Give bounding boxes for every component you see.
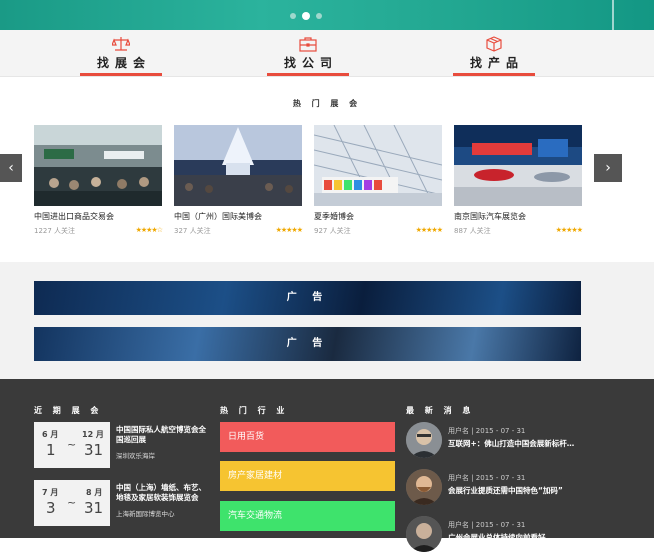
hot-industries-title: 热 门 行 业	[220, 406, 289, 415]
industry-label: 日用百货	[228, 432, 265, 442]
hero-banner[interactable]	[0, 0, 654, 30]
start-month: 7 月	[42, 488, 59, 497]
exhibition-card[interactable]: 夏季婚博会 927 人关注 ★★★★★	[314, 125, 443, 236]
chevron-left-icon: ‹	[8, 160, 14, 176]
news-headline: 会展行业提质还需中国特色“加码”	[448, 486, 563, 495]
ad-banner-2[interactable]: 广 告	[34, 327, 581, 361]
news-item[interactable]: 用户名 | 2015 - 07 - 31 广州会展业总体持续向前看好	[406, 516, 581, 552]
industry-daily-goods[interactable]: 日用百货	[220, 422, 395, 452]
nav-label: 找产品	[469, 56, 524, 70]
avatar	[406, 422, 442, 458]
carousel-next-button[interactable]: ›	[594, 154, 622, 182]
briefcase-icon	[299, 37, 317, 52]
recent-exhibition-place: 上海新国际博览中心	[116, 510, 175, 518]
footer: 近 期 展 会 热 门 行 业 最 新 消 息 6 月 1 ~ 12 月 31 …	[0, 379, 654, 552]
exhibition-name: 夏季婚博会	[314, 212, 354, 221]
avatar	[406, 516, 442, 552]
exhibition-name: 南京国际汽车展览会	[454, 212, 526, 221]
start-month: 6 月	[42, 430, 59, 439]
follower-count: 1227 人关注	[34, 227, 76, 235]
ad-label: 广 告	[286, 292, 329, 303]
end-day: 31	[84, 441, 104, 459]
ad-label: 广 告	[286, 338, 329, 349]
nav-underline	[267, 73, 349, 76]
industry-label: 汽车交通物流	[228, 511, 283, 521]
news-item[interactable]: 用户名 | 2015 - 07 - 31 会展行业提质还需中国特色“加码”	[406, 469, 581, 505]
news-item[interactable]: 用户名 | 2015 - 07 - 31 互联网+：佛山打造中国会展新标杆…	[406, 422, 581, 458]
carousel-prev-button[interactable]: ‹	[0, 154, 22, 182]
news-meta: 用户名 | 2015 - 07 - 31	[448, 521, 526, 529]
carousel-dot-3[interactable]	[316, 13, 322, 19]
exhibition-photo	[454, 125, 582, 206]
start-day: 3	[46, 499, 56, 517]
industry-real-estate-home[interactable]: 房产家居建材	[220, 461, 395, 491]
recent-exhibitions-title: 近 期 展 会	[34, 406, 103, 415]
date-range-box: 6 月 1 ~ 12 月 31	[34, 422, 110, 468]
recent-exhibition-item[interactable]: 6 月 1 ~ 12 月 31 中国国际私人航空博览会全国巡回展 深圳欢乐海岸	[34, 422, 214, 468]
latest-news-title: 最 新 消 息	[406, 406, 475, 415]
category-nav: 找展会 找公司 找产品	[0, 30, 654, 77]
nav-underline	[80, 73, 162, 76]
rating-stars: ★★★★★	[275, 226, 303, 234]
exhibition-photo	[314, 125, 442, 206]
carousel-dot-2[interactable]	[302, 12, 310, 20]
exhibition-card[interactable]: 南京国际汽车展览会 887 人关注 ★★★★★	[454, 125, 583, 236]
rating-stars: ★★★★★	[415, 226, 443, 234]
follower-count: 927 人关注	[314, 227, 351, 235]
ad-banner-1[interactable]: 广 告	[34, 281, 581, 315]
nav-label: 找公司	[283, 56, 338, 70]
news-meta: 用户名 | 2015 - 07 - 31	[448, 427, 526, 435]
recent-exhibition-title: 中国国际私人航空博览会全国巡回展	[116, 425, 206, 444]
industry-label: 房产家居建材	[228, 471, 283, 481]
avatar	[406, 469, 442, 505]
exhibition-card[interactable]: 中国（广州）国际美博会 327 人关注 ★★★★★	[174, 125, 303, 236]
carousel-dot-1[interactable]	[290, 13, 296, 19]
rating-stars: ★★★★★	[555, 226, 583, 234]
recent-exhibition-item[interactable]: 7 月 3 ~ 8 月 31 中国（上海）墙纸、布艺、地毯及家居软装饰展览会 上…	[34, 480, 214, 526]
date-tilde: ~	[67, 496, 77, 509]
news-headline: 互联网+：佛山打造中国会展新标杆…	[448, 439, 575, 448]
news-meta: 用户名 | 2015 - 07 - 31	[448, 474, 526, 482]
end-month: 12 月	[82, 430, 104, 439]
exhibition-name: 中国进出口商品交易会	[34, 212, 114, 221]
banner-decoration	[612, 0, 614, 30]
end-month: 8 月	[86, 488, 103, 497]
date-tilde: ~	[67, 438, 77, 451]
rating-stars: ★★★★☆	[135, 226, 163, 234]
nav-find-products[interactable]: 找产品	[453, 30, 535, 77]
start-day: 1	[46, 441, 56, 459]
carousel-dots	[290, 12, 322, 20]
follower-count: 327 人关注	[174, 227, 211, 235]
recent-exhibition-title: 中国（上海）墙纸、布艺、地毯及家居软装饰展览会	[116, 483, 206, 502]
date-range-box: 7 月 3 ~ 8 月 31	[34, 480, 110, 526]
exhibition-photo	[34, 125, 162, 206]
section-title-hot-exhibitions: 热 门 展 会	[292, 99, 362, 108]
nav-label: 找展会	[96, 56, 151, 70]
box-icon	[486, 36, 502, 52]
scale-icon	[112, 37, 130, 51]
nav-underline	[453, 73, 535, 76]
follower-count: 887 人关注	[454, 227, 491, 235]
chevron-right-icon: ›	[605, 160, 611, 176]
exhibition-name: 中国（广州）国际美博会	[174, 212, 262, 221]
recent-exhibition-place: 深圳欢乐海岸	[116, 452, 155, 460]
industry-auto-transport[interactable]: 汽车交通物流	[220, 501, 395, 531]
nav-find-companies[interactable]: 找公司	[267, 30, 349, 77]
nav-find-exhibitions[interactable]: 找展会	[80, 30, 162, 77]
exhibition-photo	[174, 125, 302, 206]
exhibition-card[interactable]: 中国进出口商品交易会 1227 人关注 ★★★★☆	[34, 125, 163, 236]
ad-section: 广 告 广 告	[0, 262, 654, 379]
end-day: 31	[84, 499, 104, 517]
